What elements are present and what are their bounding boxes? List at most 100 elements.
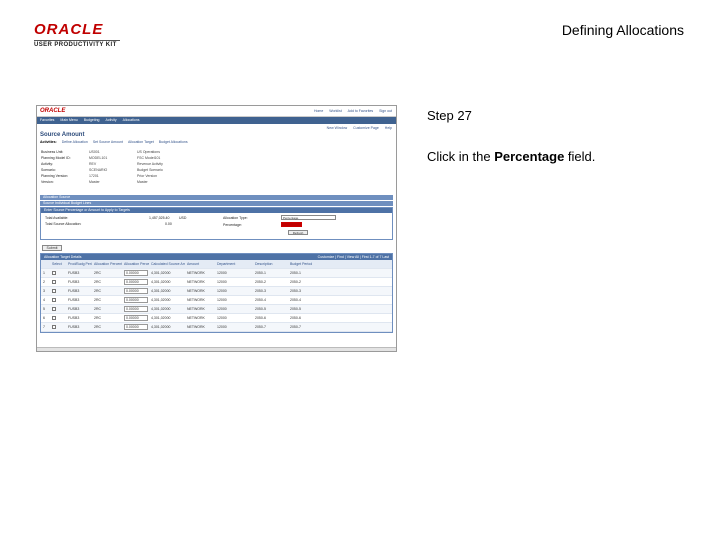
select-cell xyxy=(50,297,66,303)
select-cell xyxy=(50,288,66,294)
field-row: Version: Master Master xyxy=(41,180,392,186)
row-percentage-input[interactable]: 0.00000 xyxy=(124,306,148,312)
row-number: 7 xyxy=(43,325,45,329)
row-percentage-input[interactable]: 0.00000 xyxy=(124,324,148,330)
percentage-field[interactable] xyxy=(281,222,302,227)
column-header[interactable]: Department xyxy=(215,262,253,266)
department-cell: 12000 xyxy=(217,316,227,320)
header-link[interactable]: Worklist xyxy=(329,109,341,113)
allocation-source-bar[interactable]: Allocation Source xyxy=(40,195,393,200)
activity-link[interactable]: Set Source Amount xyxy=(93,140,123,147)
description-cell: 2050-2 xyxy=(255,280,266,284)
submit-button[interactable]: Submit xyxy=(42,245,62,251)
header-link[interactable]: Add to Favorites xyxy=(348,109,373,113)
row-percentage-input[interactable]: 0.00000 xyxy=(124,288,148,294)
allocation-type-select[interactable]: Percentage xyxy=(281,215,336,220)
select-checkbox[interactable] xyxy=(52,297,56,302)
toolbar-link[interactable]: New Window xyxy=(327,126,347,130)
total-source-value: 0.00 xyxy=(165,222,172,226)
description-cell: 2050-4 xyxy=(255,298,266,302)
menu-item[interactable]: Favorites xyxy=(40,118,54,123)
product-cell: FUSB3 xyxy=(68,316,80,320)
field-label: Version: xyxy=(41,180,54,184)
source-lines-bar[interactable]: Source Individual Budget Lines xyxy=(40,201,393,206)
column-header[interactable]: Prod/Budg Period xyxy=(66,262,92,266)
product-cell: FUSB3 xyxy=(68,325,80,329)
page-heading: Source Amount xyxy=(40,132,85,138)
select-checkbox[interactable] xyxy=(52,270,56,275)
allocation-grid: Allocation Target Details Customize | Fi… xyxy=(40,253,393,333)
budget-period-cell: 2050-4 xyxy=(290,298,301,302)
app-oracle-logo: ORACLE xyxy=(40,108,66,114)
select-checkbox[interactable] xyxy=(52,279,56,284)
select-cell xyxy=(50,315,66,321)
table-row: 3 FUSB3 2RC 0.00000 4,301,02000 NETWORK 12000 2… xyxy=(41,287,392,296)
product-cell: FUSB3 xyxy=(68,280,80,284)
calculated-cell: 4,301,02000 xyxy=(151,280,171,284)
select-checkbox[interactable] xyxy=(52,306,56,311)
percentage-cell: 0.00000 xyxy=(122,270,149,276)
percentage-label: Percentage: xyxy=(223,223,242,227)
column-header[interactable]: Amount xyxy=(185,262,215,266)
column-header[interactable]: Select xyxy=(50,262,66,266)
select-checkbox[interactable] xyxy=(52,324,56,329)
activity-link[interactable]: Allocation Target xyxy=(128,140,154,147)
header-link[interactable]: Home xyxy=(314,109,323,113)
description-cell: 2050-3 xyxy=(255,289,266,293)
percentage-cell: 0.00000 xyxy=(122,324,149,330)
menu-item[interactable]: Allocations xyxy=(123,118,140,123)
percentage-cell: 0.00000 xyxy=(122,297,149,303)
allocation-box-header: Enter Source Percentage or Amount to App… xyxy=(41,208,392,213)
select-checkbox[interactable] xyxy=(52,288,56,293)
header-link[interactable]: Sign out xyxy=(379,109,392,113)
activity-link[interactable]: Define Allocation xyxy=(62,140,88,147)
department-cell: 12000 xyxy=(217,271,227,275)
column-header[interactable]: Description xyxy=(253,262,288,266)
horizontal-scrollbar[interactable] xyxy=(37,347,396,351)
description-cell: 2050-7 xyxy=(255,325,266,329)
amount-cell: NETWORK xyxy=(187,289,205,293)
column-header[interactable]: Budget Period xyxy=(288,262,328,266)
department-cell: 12000 xyxy=(217,298,227,302)
column-header[interactable]: Allocation Percentage xyxy=(122,262,149,266)
menu-item[interactable]: Budgeting xyxy=(84,118,100,123)
refresh-button[interactable]: Refresh xyxy=(288,230,308,235)
description-cell: 2050-6 xyxy=(255,316,266,320)
allocation-cell: 2RC xyxy=(94,307,102,311)
allocation-cell: 2RC xyxy=(94,280,102,284)
row-number: 4 xyxy=(43,298,45,302)
instruction-prefix: Click in the xyxy=(427,149,495,164)
activity-link[interactable]: Budget Allocations xyxy=(159,140,188,147)
grid-columns: SelectProd/Budg PeriodAllocation Percent… xyxy=(41,260,392,269)
grid-navigation[interactable]: Customize | Find | View All | First 1-7 … xyxy=(318,254,389,260)
step-instruction: Click in the Percentage field. xyxy=(427,149,595,164)
toolbar-link[interactable]: Customize Page xyxy=(353,126,379,130)
header-fields: Business Unit: US001 US Operations Planning… xyxy=(37,147,396,194)
department-cell: 12000 xyxy=(217,325,227,329)
select-checkbox[interactable] xyxy=(52,315,56,320)
grid-body: 1 FUSB3 2RC 0.00000 4,301,02000 NETWORK 12000 2… xyxy=(41,269,392,332)
menu-item[interactable]: Main Menu xyxy=(60,118,77,123)
product-cell: FUSB3 xyxy=(68,289,80,293)
row-percentage-input[interactable]: 0.00000 xyxy=(124,315,148,321)
column-header[interactable]: Allocation Percent xyxy=(92,262,122,266)
grid-title: Allocation Target Details xyxy=(44,255,82,259)
calculated-cell: 4,301,02000 xyxy=(151,271,171,275)
menu-item[interactable]: Activity xyxy=(106,118,117,123)
app-header: ORACLE Home Worklist Add to Favorites Sign … xyxy=(37,106,396,117)
budget-period-cell: 2050-6 xyxy=(290,316,301,320)
department-cell: 12000 xyxy=(217,289,227,293)
amount-cell: NETWORK xyxy=(187,280,205,284)
row-number: 5 xyxy=(43,307,45,311)
total-source-label: Total Source Allocation: xyxy=(45,222,82,226)
row-percentage-input[interactable]: 0.00000 xyxy=(124,279,148,285)
total-available-currency: USD xyxy=(179,216,187,220)
column-header[interactable]: Calculated Source Amount xyxy=(149,262,185,266)
table-row: 2 FUSB3 2RC 0.00000 4,301,02000 NETWORK 12000 2… xyxy=(41,278,392,287)
row-number: 1 xyxy=(43,271,45,275)
row-percentage-input[interactable]: 0.00000 xyxy=(124,270,148,276)
allocation-cell: 2RC xyxy=(94,298,102,302)
row-number: 6 xyxy=(43,316,45,320)
toolbar-link[interactable]: Help xyxy=(385,126,392,130)
row-percentage-input[interactable]: 0.00000 xyxy=(124,297,148,303)
